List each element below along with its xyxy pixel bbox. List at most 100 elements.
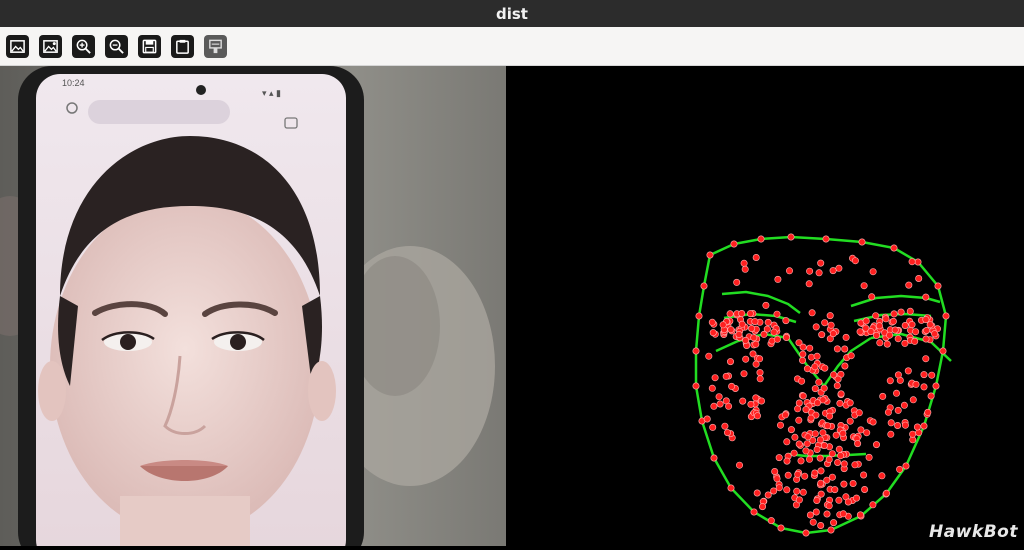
- landmark-point: [710, 454, 718, 462]
- landmark-point: [887, 430, 895, 438]
- landmark-point: [710, 402, 718, 410]
- landmark-point: [939, 347, 947, 355]
- landmark-point: [749, 350, 757, 358]
- landmark-point: [812, 508, 820, 516]
- landmark-point: [846, 417, 854, 425]
- landmark-point: [785, 267, 793, 275]
- landmark-point: [820, 441, 828, 449]
- landmark-point: [736, 461, 744, 469]
- landmark-point: [839, 510, 847, 518]
- landmark-point: [840, 460, 848, 468]
- landmark-point: [920, 371, 928, 379]
- landmark-point: [912, 328, 920, 336]
- landmark-point: [831, 486, 839, 494]
- landmark-point: [813, 399, 821, 407]
- landmark-point: [852, 494, 860, 502]
- landmark-point: [762, 301, 770, 309]
- landmark-point: [803, 365, 811, 373]
- landmark-point: [826, 412, 834, 420]
- landmark-point: [753, 489, 761, 497]
- landmark-point: [869, 418, 877, 426]
- landmark-point: [882, 315, 890, 323]
- landmark-point: [807, 414, 815, 422]
- landmark-point: [751, 318, 759, 326]
- landmark-point: [858, 238, 866, 246]
- camera-view[interactable]: 10:24 ▾ ▴ ▮: [0, 66, 506, 546]
- landmark-point: [854, 440, 862, 448]
- landmark-point: [774, 275, 782, 283]
- landmark-point: [820, 384, 828, 392]
- landmark-point: [923, 326, 931, 334]
- landmark-point: [752, 394, 760, 402]
- landmark-point: [782, 317, 790, 325]
- landmark-point: [727, 326, 735, 334]
- landmark-point: [783, 457, 791, 465]
- landmark-point: [869, 268, 877, 276]
- landmark-point: [908, 258, 916, 266]
- landmark-point: [803, 440, 811, 448]
- landmark-point: [867, 328, 875, 336]
- landmark-point: [896, 465, 904, 473]
- landmark-point: [805, 455, 813, 463]
- landmark-point: [808, 309, 816, 317]
- landmark-point: [861, 485, 869, 493]
- landmark-point: [806, 267, 814, 275]
- landmark-point: [835, 264, 843, 272]
- landmark-contour: [787, 452, 867, 458]
- landmark-point: [840, 480, 848, 488]
- pan-image-button[interactable]: [6, 34, 29, 58]
- landmark-point: [857, 426, 865, 434]
- landmark-point: [920, 383, 928, 391]
- landmark-point: [886, 377, 894, 385]
- landmark-point: [833, 345, 841, 353]
- landmark-point: [802, 406, 810, 414]
- landmark-points: [692, 233, 950, 537]
- save-button[interactable]: [138, 34, 161, 58]
- landmark-point: [934, 282, 942, 290]
- landmark-point: [804, 433, 812, 441]
- landmark-point: [708, 318, 716, 326]
- landmark-point: [793, 487, 801, 495]
- landmark-point: [815, 378, 823, 386]
- zoom-rect-button[interactable]: [39, 34, 62, 58]
- landmark-point: [835, 445, 843, 453]
- watermark-label: HawkBot: [929, 522, 1018, 542]
- landmark-point: [849, 479, 857, 487]
- landmark-point: [799, 392, 807, 400]
- landmark-point: [824, 422, 832, 430]
- landmark-point: [926, 321, 934, 329]
- landmark-point: [817, 479, 825, 487]
- svg-text:10:24: 10:24: [62, 78, 85, 88]
- landmark-point: [738, 310, 746, 318]
- landmark-point: [741, 265, 749, 273]
- landmark-point: [833, 382, 841, 390]
- landmark-point: [817, 467, 825, 475]
- landmark-point: [875, 322, 883, 330]
- landmark-point: [817, 490, 825, 498]
- landmark-point: [876, 339, 884, 347]
- zoom-in-button[interactable]: [72, 34, 95, 58]
- landmark-point: [827, 526, 835, 534]
- zoom-out-button[interactable]: [105, 34, 128, 58]
- landmark-point: [730, 240, 738, 248]
- landmark-point: [721, 422, 729, 430]
- landmark-point: [821, 364, 829, 372]
- landmark-point: [827, 321, 835, 329]
- properties-button[interactable]: [204, 34, 227, 58]
- copy-clipboard-button[interactable]: [171, 34, 194, 58]
- landmark-point: [775, 454, 783, 462]
- landmark-point: [764, 491, 772, 499]
- landmark-point: [797, 457, 805, 465]
- landmark-point: [869, 501, 877, 509]
- landmark-point: [829, 267, 837, 275]
- camera-frame-image: 10:24 ▾ ▴ ▮: [0, 66, 506, 546]
- landmark-point: [742, 336, 750, 344]
- landmark-point: [775, 484, 783, 492]
- landmark-point: [837, 452, 845, 460]
- landmark-point: [909, 430, 917, 438]
- landmarks-view[interactable]: HawkBot: [506, 66, 1024, 546]
- landmark-point: [882, 489, 890, 497]
- image-views: 10:24 ▾ ▴ ▮ HawkBot: [0, 66, 1024, 546]
- landmark-point: [790, 449, 798, 457]
- landmark-point: [847, 352, 855, 360]
